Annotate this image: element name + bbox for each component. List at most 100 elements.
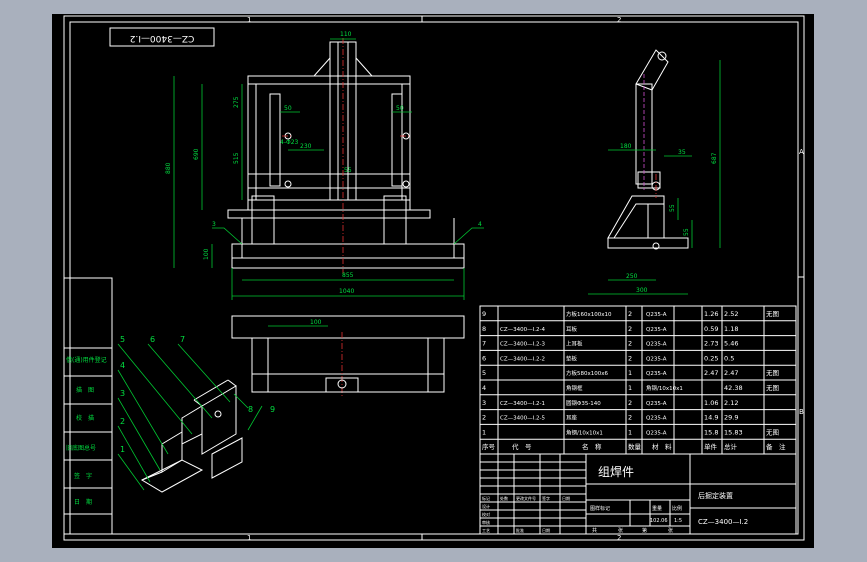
panel-sign: 签 字 [74,472,92,480]
stage-mark: 图样标记 [590,505,610,512]
bom-cell-total_w: 2.47 [724,369,738,377]
zone-col-1-bottom: 1 [247,534,251,542]
scale-value: 1:5 [674,518,682,524]
callout-1: 1 [120,445,125,454]
weight-label: 重量 [652,505,662,512]
bom-table: 9 方板160x100x10 2 Q235-A 1.26 2.52 无图 8 CZ—3400—I… [479,305,797,455]
tb-label-mark: 标记 [482,495,490,501]
outer-frame [63,15,805,541]
bom-cell-mat: 角钢/10x10x1 [646,384,683,392]
bom-cell-total_w: 2.12 [724,399,738,407]
tb-date-label: 日期 [542,527,550,533]
cad-viewport[interactable]: 1 2 1 2 A B CZ—3400—I.2 110 880 690 275 … [52,14,814,548]
callout-7: 7 [180,335,185,344]
sheet-no-unit: 张 [668,527,673,534]
bom-cell-name: 耳座 [566,414,578,422]
weld-right: 4 [478,221,482,228]
bom-cell-qty: 1 [628,369,632,377]
bom-cell-total_w: 2.52 [724,310,738,318]
sheet-total: 共 [592,527,597,534]
dim-275: 275 [233,96,240,108]
bom-cell-note: 无图 [766,310,779,318]
zone-col-1: 1 [247,16,251,24]
bom-row: 6 CZ—3400—I.2-2 垫板 2 Q235-A 0.25 0.5 [482,354,734,362]
bom-cell-code: CZ—3400—I.2-2 [500,356,545,362]
bom-cell-code: CZ—3400—I.2-1 [500,401,545,407]
bom-cell-qty: 2 [628,414,632,422]
tb-label-count: 处数 [500,495,508,501]
bom-cell-total_w: 15.83 [724,428,743,436]
bom-cell-no: 8 [482,325,486,333]
side-dim-55b: 55 [683,228,690,236]
bom-cell-total_w: 42.38 [724,384,743,392]
bom-cell-note: 无图 [766,369,779,377]
sheet-no: 第 [642,527,647,534]
zone-row-b: B [799,408,804,416]
inner-frame [69,21,799,535]
weight-value: 102.06 [650,518,668,524]
code-stamp: CZ—3400—I.2 [130,33,195,43]
panel-trace: 描 图 [76,386,94,394]
bom-cell-code: CZ—3400—I.2-4 [500,327,545,333]
side-dim-250: 250 [626,273,638,280]
bom-cell-qty: 2 [628,325,632,333]
bom-header-name: 名 称 [582,442,602,451]
side-dim-55: 55 [669,204,676,212]
bom-cell-unit_w: 1.26 [704,310,718,318]
dim-855: 855 [342,272,354,279]
role-process: 工艺 [482,528,490,533]
panel-check: 校 描 [76,414,94,422]
bom-cell-code: CZ—3400—I.2-3 [500,342,545,348]
bom-header-no: 序号 [482,442,496,451]
callout-2: 2 [120,417,125,426]
role-approve: 批准 [516,527,524,533]
bom-cell-qty: 1 [628,384,632,392]
bom-cell-qty: 1 [628,428,632,436]
callout-8: 8 [248,405,253,414]
panel-reg: 借(通)用件登记 [66,356,107,364]
bom-header-unit_w: 单件 [704,442,718,451]
top-dim-100: 100 [310,319,322,326]
bom-cell-no: 3 [482,399,486,407]
weld-left: 3 [212,221,216,228]
bom-cell-no: 4 [482,384,486,392]
left-side-panel: 借(通)用件登记 描 图 校 描 旧底图总号 签 字 日 期 [63,277,113,535]
bom-cell-qty: 2 [628,354,632,362]
callout-5: 5 [120,335,125,344]
bom-cell-name: 角钢框 [566,384,583,392]
bom-cell-unit_w: 14.9 [704,414,718,422]
bom-header-total_w: 总计 [724,442,738,451]
zone-col-2: 2 [617,16,621,24]
bom-cell-no: 1 [482,428,486,436]
bom-cell-total_w: 29.9 [724,414,738,422]
bom-cell-unit_w: 2.73 [704,340,718,348]
dim-880: 880 [165,162,172,174]
panel-old-no: 旧底图总号 [66,444,96,452]
bom-header-qty: 数量 [628,442,642,451]
cad-drawing: 1 2 1 2 A B CZ—3400—I.2 110 880 690 275 … [63,15,805,542]
zone-row-a: A [799,148,804,156]
zone-col-2-bottom: 2 [617,534,621,542]
bom-row: 9 方板160x100x10 2 Q235-A 1.26 2.52 无图 [482,310,779,318]
bom-cell-mat: Q235-A [646,312,667,318]
bom-cell-unit_w: 0.59 [704,325,718,333]
bom-cell-no: 7 [482,340,486,348]
sheet-total-unit: 张 [618,527,623,534]
bom-row: 1 角钢/10x10x1 1 Q235-A 15.8 15.83 无图 [482,428,779,436]
dim-100: 100 [203,248,210,260]
role-check: 校对 [482,511,490,517]
device-name: 后掘定装置 [698,491,733,500]
role-review: 审核 [482,519,490,525]
side-dim-180: 180 [620,143,632,150]
bom-cell-total_w: 5.46 [724,340,738,348]
hole-dia-label: 4-Φ23 [280,139,299,146]
assembly-name: 组焊件 [598,464,634,479]
bom-cell-name: 圆钢Φ35-140 [566,399,601,407]
tb-label-date: 日期 [562,495,570,501]
bom-cell-name: 垫板 [566,354,578,362]
dim-690: 690 [193,148,200,160]
dim-50a: 50 [284,105,292,112]
bom-cell-no: 2 [482,414,486,422]
dim-515: 515 [233,152,240,164]
bom-cell-qty: 2 [628,310,632,318]
